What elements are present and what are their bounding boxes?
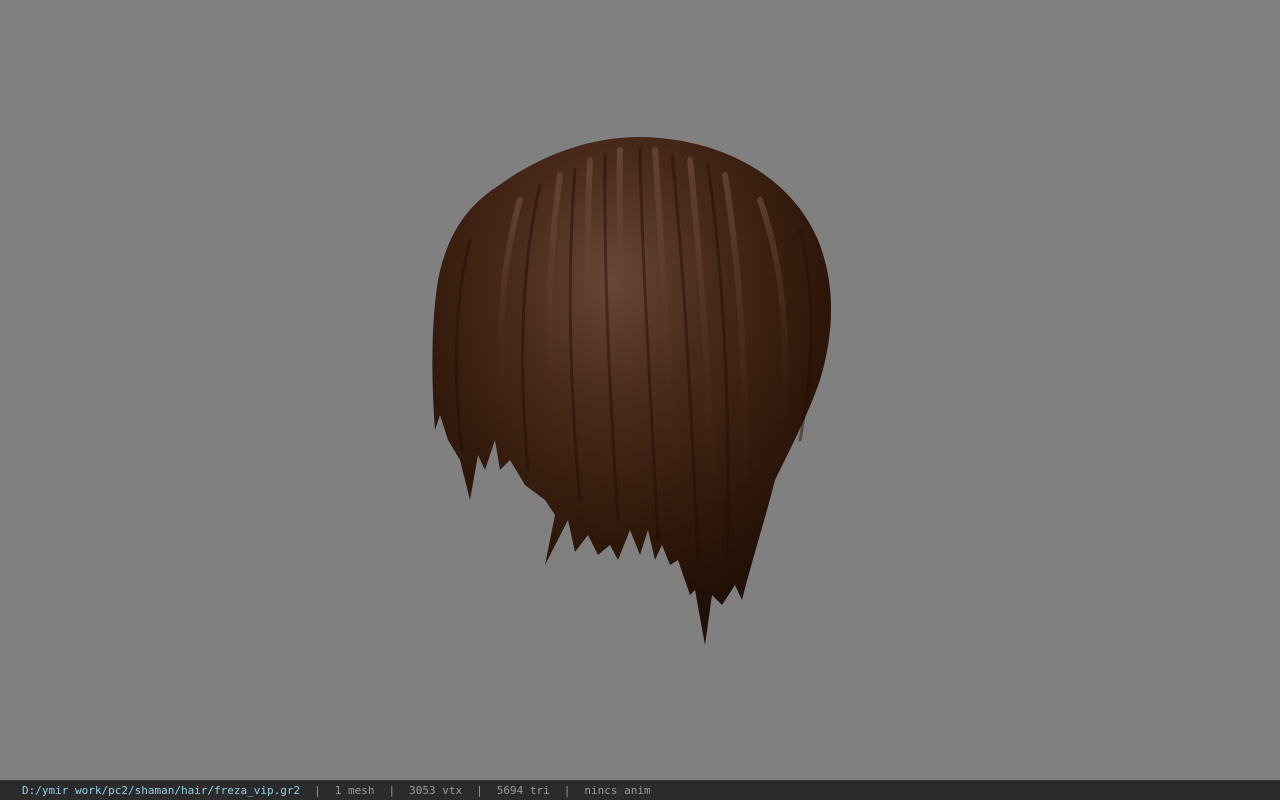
separator: | <box>476 784 483 797</box>
status-bar: D:/ymir work/pc2/shaman/hair/freza_vip.g… <box>0 780 1280 800</box>
3d-viewport[interactable] <box>0 0 1280 780</box>
hair-mass <box>432 137 832 645</box>
hair-model-render[interactable] <box>0 0 1280 780</box>
separator: | <box>314 784 321 797</box>
file-path: D:/ymir work/pc2/shaman/hair/freza_vip.g… <box>22 784 301 797</box>
triangle-count: 5694 tri <box>496 784 550 797</box>
separator: | <box>388 784 396 797</box>
separator: | <box>563 784 571 797</box>
animation-status: nincs anim <box>584 784 651 797</box>
vertex-count: 3053 vtx <box>409 784 463 797</box>
mesh-count: 1 mesh <box>334 784 375 797</box>
